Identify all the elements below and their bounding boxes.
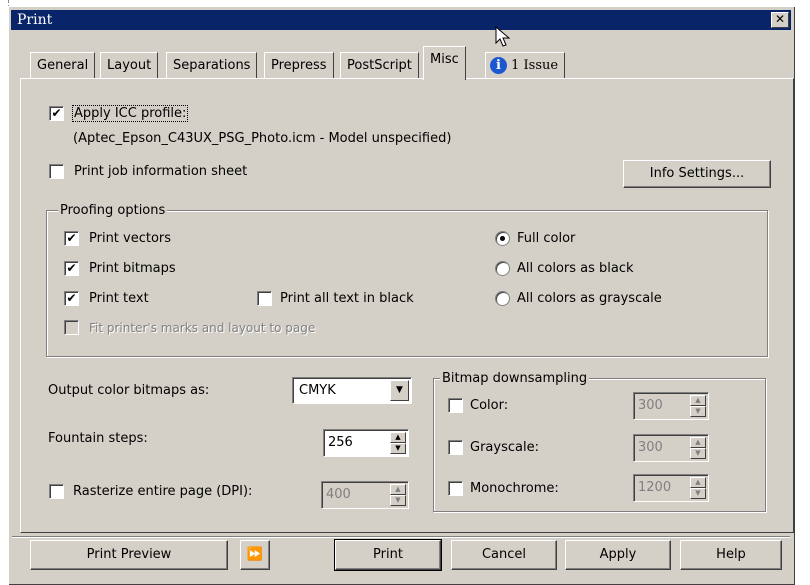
fast-forward-icon: ⏩ <box>246 547 264 562</box>
help-button[interactable]: Help <box>680 540 782 570</box>
background-app-right <box>794 0 810 584</box>
apply-button[interactable]: Apply <box>565 540 671 570</box>
tab-postscript[interactable]: PostScript <box>340 52 419 80</box>
mouse-cursor-icon <box>495 26 511 47</box>
rasterize-label: Rasterize entire page (DPI): <box>73 484 253 499</box>
fit-marks-checkbox[interactable] <box>64 320 79 335</box>
print-all-text-black-checkbox[interactable] <box>257 291 272 306</box>
tab-prepress[interactable]: Prepress <box>264 52 334 80</box>
chevron-down-icon[interactable]: ▼ <box>390 380 409 401</box>
icc-profile-description: (Aptec_Epson_C43UX_PSG_Photo.icm - Model… <box>73 131 452 146</box>
print-all-text-black-label: Print all text in black <box>280 291 414 306</box>
print-bitmaps-label: Print bitmaps <box>89 261 176 276</box>
print-job-info-label: Print job information sheet <box>74 164 248 179</box>
downsample-color-checkbox[interactable] <box>448 398 463 413</box>
proofing-options-title: Proofing options <box>58 203 168 218</box>
print-text-checkbox[interactable]: ✔ <box>64 291 79 306</box>
output-color-label: Output color bitmaps as: <box>48 383 210 398</box>
rasterize-checkbox[interactable] <box>49 484 64 499</box>
window-title: Print <box>17 12 53 28</box>
print-text-label: Print text <box>89 291 149 306</box>
fit-marks-label: Fit printer's marks and layout to page <box>89 321 316 335</box>
all-colors-black-radio[interactable] <box>495 261 510 276</box>
apply-icc-checkbox[interactable]: ✔ <box>49 106 64 121</box>
print-job-info-checkbox[interactable] <box>49 164 64 179</box>
fountain-steps-input[interactable]: 256 ▲ ▼ <box>323 429 409 457</box>
print-button[interactable]: Print <box>334 539 442 571</box>
info-settings-button[interactable]: Info Settings... <box>623 160 771 188</box>
fountain-steps-spinner[interactable]: ▲ ▼ <box>390 432 406 454</box>
tab-general[interactable]: General <box>30 52 96 80</box>
check-icon: ✔ <box>51 106 62 120</box>
downsample-grayscale-input[interactable]: 300 ▲ ▼ <box>633 434 709 462</box>
downsample-monochrome-checkbox[interactable] <box>448 481 463 496</box>
all-colors-grayscale-radio[interactable] <box>495 291 510 306</box>
rasterize-dpi-input[interactable]: 400 ▲ ▼ <box>321 481 409 509</box>
tab-misc[interactable]: Misc <box>423 46 466 80</box>
output-color-select[interactable]: CMYK ▼ <box>292 377 412 404</box>
all-colors-black-label: All colors as black <box>517 261 634 276</box>
downsample-grayscale-checkbox[interactable] <box>448 440 463 455</box>
tab-separations[interactable]: Separations <box>166 52 258 80</box>
full-color-label: Full color <box>517 231 576 246</box>
title-bar: Print ✕ <box>11 10 791 30</box>
close-icon: ✕ <box>774 12 786 26</box>
apply-icc-label: Apply ICC profile: <box>72 105 189 122</box>
all-colors-grayscale-label: All colors as grayscale <box>517 291 662 306</box>
fountain-steps-label: Fountain steps: <box>48 431 148 446</box>
bitmap-downsampling-title: Bitmap downsampling <box>440 371 590 386</box>
print-bitmaps-checkbox[interactable]: ✔ <box>64 261 79 276</box>
downsample-monochrome-input[interactable]: 1200 ▲ ▼ <box>633 474 709 502</box>
print-vectors-label: Print vectors <box>89 231 172 246</box>
downsample-color-label: Color: <box>470 398 509 413</box>
tab-layout[interactable]: Layout <box>100 52 159 80</box>
rasterize-spinner[interactable]: ▲ ▼ <box>390 484 406 506</box>
tab-issues[interactable]: i 1 Issue <box>485 52 566 80</box>
downsample-grayscale-label: Grayscale: <box>470 440 539 455</box>
print-preview-button[interactable]: Print Preview <box>30 540 228 570</box>
footer-separator <box>12 536 790 538</box>
close-button[interactable]: ✕ <box>771 12 789 28</box>
downsample-color-input[interactable]: 300 ▲ ▼ <box>633 392 709 420</box>
expand-preview-button[interactable]: ⏩ <box>240 540 270 570</box>
downsample-monochrome-label: Monochrome: <box>470 481 559 496</box>
spin-up-icon: ▲ <box>390 432 406 443</box>
full-color-radio[interactable] <box>495 231 510 246</box>
info-icon: i <box>490 57 507 74</box>
spin-down-icon: ▼ <box>390 443 406 454</box>
print-vectors-checkbox[interactable]: ✔ <box>64 231 79 246</box>
cancel-button[interactable]: Cancel <box>451 540 557 570</box>
